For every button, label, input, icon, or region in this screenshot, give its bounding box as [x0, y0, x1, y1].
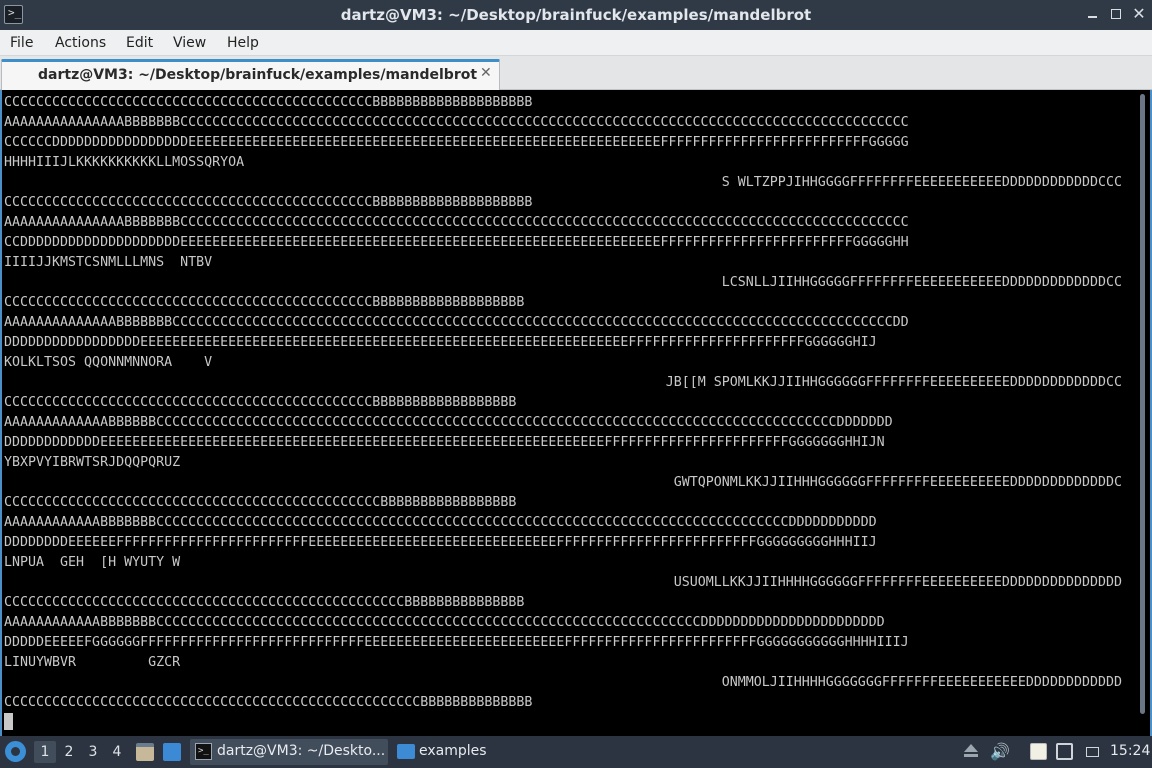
folder-icon [397, 744, 415, 759]
maximize-button[interactable] [1108, 6, 1124, 22]
clipboard-icon[interactable] [1030, 743, 1047, 760]
terminal-line: CCCCCCDDDDDDDDDDDDDDDDDEEEEEEEEEEEEEEEEE… [4, 135, 909, 150]
task-label: examples [419, 743, 487, 759]
tab-bar: dartz@VM3: ~/Desktop/brainfuck/examples/… [0, 56, 1152, 90]
tab-close-icon[interactable]: ✕ [480, 65, 492, 81]
terminal-line: DDDDDEEEEEFGGGGGGFFFFFFFFFFFFFFFFFFFFFFF… [4, 635, 909, 650]
terminal-text: CCCCCCCCCCCCCCCCCCCCCCCCCCCCCCCCCCCCCCCC… [4, 93, 1122, 713]
terminal-line: HHHHIIIJLKKKKKKKKKKLLMOSSQRYOA [4, 155, 245, 170]
menu-view[interactable]: View [173, 35, 206, 51]
terminal-line: KOLKLTSOS QQONNMNNORA V [4, 355, 213, 370]
tab-label: dartz@VM3: ~/Desktop/brainfuck/examples/… [38, 67, 478, 83]
eject-icon[interactable] [962, 743, 979, 760]
terminal-line: DDDDDDDDEEEEEEFFFFFFFFFFFFFFFFFFFFFFFFEE… [4, 535, 877, 550]
clock[interactable]: 15:24 [1110, 743, 1150, 759]
menu-help[interactable]: Help [227, 35, 259, 51]
terminal-line: CCCCCCCCCCCCCCCCCCCCCCCCCCCCCCCCCCCCCCCC… [4, 695, 533, 710]
terminal-line: ONMMOLJIIHHHHGGGGGGGFFFFFFFEEEEEEEEEEEDD… [721, 675, 1122, 690]
terminal-line: USUOMLLKKJJIIHHHHGGGGGGFFFFFFFFEEEEEEEEE… [673, 575, 1122, 590]
close-button[interactable]: ✕ [1131, 6, 1147, 22]
taskbar-task-examples[interactable]: examples [392, 739, 492, 765]
terminal-line: DDDDDDDDDDDDEEEEEEEEEEEEEEEEEEEEEEEEEEEE… [4, 435, 885, 450]
window-title: dartz@VM3: ~/Desktop/brainfuck/examples/… [340, 6, 812, 24]
terminal-cursor [4, 713, 13, 730]
terminal-line: S WLTZPPJIHHGGGGFFFFFFFFEEEEEEEEEEEDDDDD… [721, 175, 1122, 190]
terminal-line: AAAAAAAAAAAABBBBBBBCCCCCCCCCCCCCCCCCCCCC… [4, 615, 885, 630]
menu-bar: File Actions Edit View Help [0, 30, 1152, 56]
terminal-line: AAAAAAAAAAAAAAABBBBBBBCCCCCCCCCCCCCCCCCC… [4, 115, 909, 130]
terminal-output[interactable]: CCCCCCCCCCCCCCCCCCCCCCCCCCCCCCCCCCCCCCCC… [0, 90, 1152, 736]
network-icon[interactable] [1056, 743, 1073, 760]
terminal-line: DDDDDDDDDDDDDDDDDEEEEEEEEEEEEEEEEEEEEEEE… [4, 335, 877, 350]
terminal-line: IIIIJJKMSTCSNMLLLMNS NTBV [4, 255, 213, 270]
terminal-line: AAAAAAAAAAAABBBBBBBCCCCCCCCCCCCCCCCCCCCC… [4, 515, 877, 530]
menu-actions[interactable]: Actions [55, 35, 106, 51]
terminal-line: JB[[M SPOMLKKJJIIHHGGGGGGFFFFFFFFEEEEEEE… [665, 375, 1122, 390]
scrollbar-thumb[interactable] [1140, 94, 1145, 714]
tab-terminal[interactable]: dartz@VM3: ~/Desktop/brainfuck/examples/… [1, 59, 500, 90]
terminal-line: YBXPVYIBRWTSRJDQQPQRUZ [4, 455, 181, 470]
terminal-icon: >_ [195, 743, 212, 760]
window-titlebar[interactable]: >_ dartz@VM3: ~/Desktop/brainfuck/exampl… [0, 0, 1152, 30]
terminal-scrollbar[interactable] [1134, 90, 1148, 736]
file-manager-icon[interactable] [136, 743, 154, 761]
task-label: dartz@VM3: ~/Deskto... [217, 743, 386, 759]
terminal-line: CCDDDDDDDDDDDDDDDDDDDDEEEEEEEEEEEEEEEEEE… [4, 235, 909, 250]
menu-edit[interactable]: Edit [126, 35, 153, 51]
terminal-line: LINUYWBVR GZCR [4, 655, 181, 670]
terminal-line: LCSNLLJIIHHGGGGGFFFFFFFFEEEEEEEEEEEDDDDD… [721, 275, 1122, 290]
workspace-4[interactable]: 4 [106, 741, 128, 763]
terminal-line: CCCCCCCCCCCCCCCCCCCCCCCCCCCCCCCCCCCCCCCC… [4, 195, 533, 210]
terminal-line: AAAAAAAAAAAAABBBBBBCCCCCCCCCCCCCCCCCCCCC… [4, 415, 893, 430]
terminal-line: CCCCCCCCCCCCCCCCCCCCCCCCCCCCCCCCCCCCCCCC… [4, 495, 517, 510]
terminal-line: AAAAAAAAAAAAAABBBBBBBCCCCCCCCCCCCCCCCCCC… [4, 315, 909, 330]
minimize-button[interactable] [1085, 6, 1101, 22]
workspace-3[interactable]: 3 [82, 741, 104, 763]
power-icon[interactable] [1083, 743, 1103, 760]
volume-icon[interactable]: 🔊 [990, 743, 1010, 760]
terminal-line: CCCCCCCCCCCCCCCCCCCCCCCCCCCCCCCCCCCCCCCC… [4, 395, 517, 410]
terminal-line: GWTQPONMLKKJJIIHHHGGGGGGFFFFFFFFEEEEEEEE… [673, 475, 1122, 490]
workspace-1[interactable]: 1 [34, 741, 56, 763]
taskbar: 1 2 3 4 >_ dartz@VM3: ~/Deskto... exampl… [0, 736, 1152, 768]
terminal-line: LNPUA GEH [H WYUTY W [4, 555, 181, 570]
terminal-line: AAAAAAAAAAAAAAABBBBBBBCCCCCCCCCCCCCCCCCC… [4, 215, 909, 230]
start-menu-icon[interactable] [5, 741, 26, 762]
workspace-2[interactable]: 2 [58, 741, 80, 763]
show-desktop-icon[interactable] [163, 743, 181, 761]
taskbar-task-terminal[interactable]: >_ dartz@VM3: ~/Deskto... [190, 739, 388, 765]
terminal-line: CCCCCCCCCCCCCCCCCCCCCCCCCCCCCCCCCCCCCCCC… [4, 595, 525, 610]
menu-file[interactable]: File [10, 35, 33, 51]
terminal-line: CCCCCCCCCCCCCCCCCCCCCCCCCCCCCCCCCCCCCCCC… [4, 95, 533, 110]
terminal-line: CCCCCCCCCCCCCCCCCCCCCCCCCCCCCCCCCCCCCCCC… [4, 295, 525, 310]
